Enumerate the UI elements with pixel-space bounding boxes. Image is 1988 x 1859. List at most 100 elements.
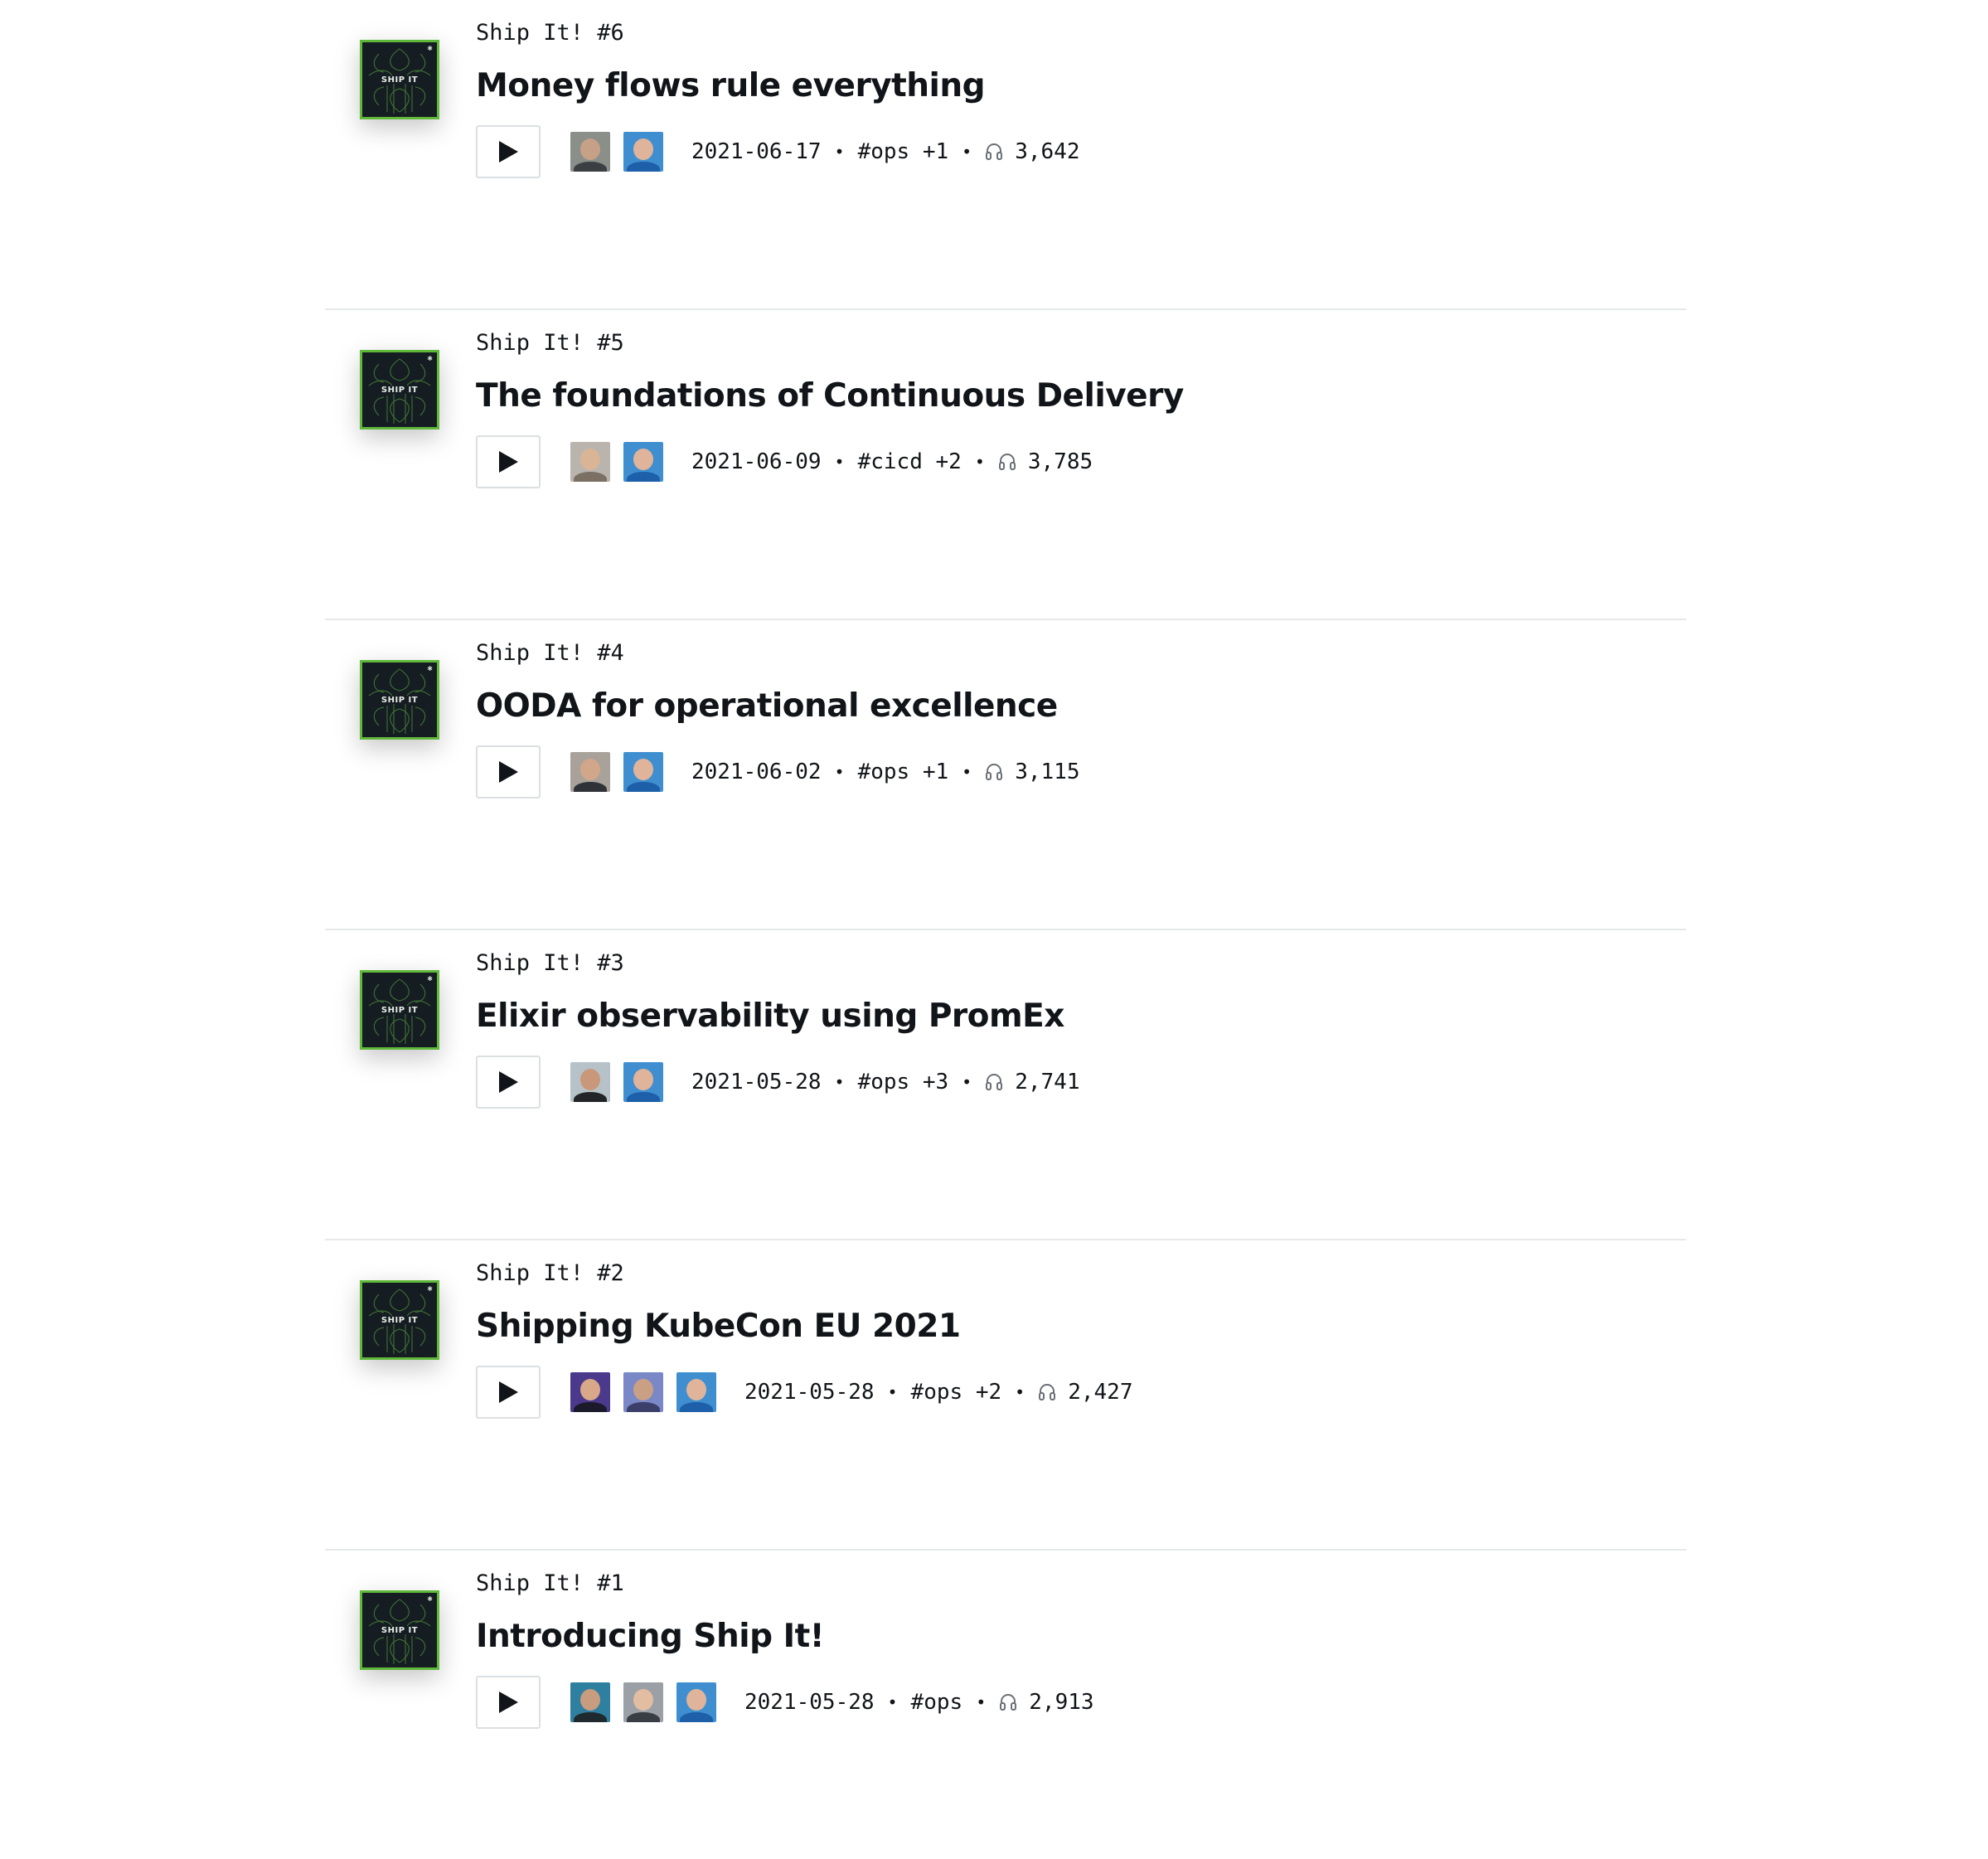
avatar-face <box>580 1379 600 1400</box>
episode-podcast-label[interactable]: Ship It! #2 <box>476 1257 1133 1290</box>
avatar-face <box>580 1689 600 1711</box>
episode-artwork[interactable]: ✱ SHIP IT <box>360 350 439 430</box>
episode-listens: 3,115 <box>1015 760 1080 784</box>
episode-meta: 2021-06-17 • #ops +1 • 3,642 <box>476 124 1080 179</box>
avatar[interactable] <box>676 1682 716 1722</box>
episode-tags[interactable]: #ops +2 <box>911 1380 1002 1405</box>
episode-podcast-label[interactable]: Ship It! #6 <box>476 17 1080 50</box>
avatar-body <box>627 1712 660 1722</box>
episode-title[interactable]: Introducing Ship It! <box>476 1615 1094 1658</box>
avatar-body <box>574 472 607 482</box>
separator-dot: • <box>962 142 972 162</box>
episode-tags[interactable]: #cicd +2 <box>858 449 962 474</box>
artwork-label: SHIP IT <box>381 696 419 705</box>
avatar-group <box>570 442 676 482</box>
episode-podcast-label[interactable]: Ship It! #3 <box>476 947 1080 980</box>
avatar-face <box>633 1689 653 1711</box>
avatar[interactable] <box>623 752 663 792</box>
separator-dot: • <box>834 1072 845 1092</box>
artwork-star-icon: ✱ <box>427 355 433 362</box>
artwork-star-icon: ✱ <box>427 975 433 983</box>
episode-listens: 2,913 <box>1029 1690 1094 1715</box>
avatar-body <box>574 1092 607 1102</box>
avatar[interactable] <box>570 1062 610 1102</box>
avatar-face <box>633 138 653 160</box>
episode-date: 2021-06-02 <box>691 760 822 784</box>
avatar-face <box>686 1379 706 1400</box>
avatar[interactable] <box>570 1372 610 1412</box>
episode-podcast-label[interactable]: Ship It! #4 <box>476 637 1080 670</box>
headphones-icon <box>998 452 1016 472</box>
episode-list: ✱ SHIP IT Ship It! #6 Money flows rule e… <box>325 0 1686 1859</box>
play-button[interactable] <box>476 745 541 798</box>
play-icon <box>499 761 518 783</box>
artwork-star-icon: ✱ <box>427 1285 433 1293</box>
avatar[interactable] <box>623 132 663 172</box>
episode-title[interactable]: Elixir observability using PromEx <box>476 995 1080 1038</box>
episode-listens: 3,642 <box>1015 139 1080 164</box>
episode-artwork[interactable]: ✱ SHIP IT <box>360 40 439 119</box>
play-button[interactable] <box>476 1056 541 1109</box>
episode-date: 2021-06-17 <box>691 139 822 164</box>
episode-tags[interactable]: #ops +1 <box>858 139 949 164</box>
episode-meta: 2021-06-02 • #ops +1 • 3,115 <box>476 745 1080 799</box>
avatar[interactable] <box>570 442 610 482</box>
episode-podcast-label[interactable]: Ship It! #5 <box>476 327 1184 360</box>
headphones-icon <box>999 1692 1017 1712</box>
episode-meta: 2021-06-09 • #cicd +2 • 3,785 <box>476 434 1184 489</box>
avatar-face <box>633 759 653 780</box>
avatar-body <box>574 1402 607 1412</box>
play-icon <box>499 1692 518 1713</box>
episode-title[interactable]: OODA for operational excellence <box>476 685 1080 728</box>
episode-podcast-label[interactable]: Ship It! #1 <box>476 1567 1094 1600</box>
episode-info: 2021-05-28 • #ops +2 • 2,427 <box>744 1380 1133 1405</box>
separator-dot: • <box>974 452 985 472</box>
episode-info: 2021-05-28 • #ops +3 • 2,741 <box>691 1070 1080 1095</box>
avatar-body <box>680 1402 713 1412</box>
headphones-icon <box>1038 1382 1056 1402</box>
avatar[interactable] <box>623 1682 663 1722</box>
avatar[interactable] <box>676 1372 716 1412</box>
artwork-label: SHIP IT <box>381 386 419 395</box>
play-icon <box>499 451 518 473</box>
episode-title[interactable]: Money flows rule everything <box>476 65 1080 108</box>
episode-title[interactable]: The foundations of Continuous Delivery <box>476 375 1184 418</box>
avatar-face <box>686 1689 706 1711</box>
episode-artwork[interactable]: ✱ SHIP IT <box>360 970 439 1050</box>
separator-dot: • <box>834 452 845 472</box>
avatar[interactable] <box>623 1372 663 1412</box>
episode-tags[interactable]: #ops <box>911 1690 963 1715</box>
episode-artwork[interactable]: ✱ SHIP IT <box>360 1590 439 1670</box>
play-icon <box>499 1381 518 1403</box>
episode-item: ✱ SHIP IT Ship It! #3 Elixir observabili… <box>325 930 1686 1240</box>
avatar-face <box>580 759 600 780</box>
artwork-label: SHIP IT <box>381 1006 419 1015</box>
avatar-group <box>570 752 676 792</box>
avatar[interactable] <box>570 1682 610 1722</box>
play-button[interactable] <box>476 435 541 488</box>
avatar-body <box>627 782 660 792</box>
separator-dot: • <box>834 142 845 162</box>
avatar-body <box>574 782 607 792</box>
episode-artwork[interactable]: ✱ SHIP IT <box>360 660 439 740</box>
avatar[interactable] <box>570 752 610 792</box>
avatar-group <box>570 132 676 172</box>
episode-item: ✱ SHIP IT Ship It! #2 Shipping KubeCon E… <box>325 1240 1686 1551</box>
play-button[interactable] <box>476 125 541 178</box>
avatar-body <box>627 1402 660 1412</box>
artwork-star-icon: ✱ <box>427 665 433 672</box>
avatar[interactable] <box>623 442 663 482</box>
episode-tags[interactable]: #ops +3 <box>858 1070 949 1095</box>
play-button[interactable] <box>476 1366 541 1419</box>
artwork-label: SHIP IT <box>381 75 419 85</box>
episode-title[interactable]: Shipping KubeCon EU 2021 <box>476 1305 1133 1348</box>
play-button[interactable] <box>476 1676 541 1729</box>
separator-dot: • <box>962 762 972 782</box>
avatar[interactable] <box>623 1062 663 1102</box>
avatar[interactable] <box>570 132 610 172</box>
episode-meta: 2021-05-28 • #ops +3 • 2,741 <box>476 1055 1080 1109</box>
episode-artwork[interactable]: ✱ SHIP IT <box>360 1280 439 1360</box>
separator-dot: • <box>976 1692 987 1712</box>
episode-tags[interactable]: #ops +1 <box>858 760 949 784</box>
episode-meta: 2021-05-28 • #ops • 2,913 <box>476 1675 1094 1730</box>
